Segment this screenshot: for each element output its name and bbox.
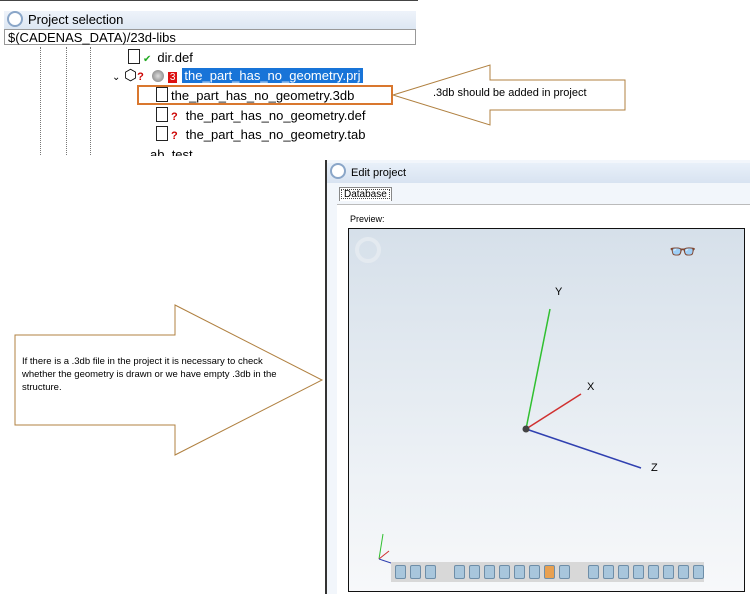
view-back-icon[interactable] (603, 565, 615, 579)
view-mode-icon[interactable] (395, 565, 406, 579)
view-iso3-icon[interactable] (693, 565, 704, 579)
callout-top-text: .3db should be added in project (433, 87, 587, 99)
view-bottom-icon[interactable] (663, 565, 675, 579)
preview-label: Preview: (350, 214, 385, 224)
axis-label-x: X (587, 381, 595, 393)
edit-project-window: Edit project Database Preview: 👓 Y X Z (325, 160, 750, 595)
origin (522, 425, 530, 433)
preview-viewport[interactable]: 👓 Y X Z (348, 228, 745, 592)
view-left-icon[interactable] (618, 565, 630, 579)
zoom-icon[interactable] (454, 565, 466, 579)
view-top-icon[interactable] (648, 565, 660, 579)
explode-icon[interactable] (514, 565, 526, 579)
edit-project-titlebar: Edit project (327, 163, 750, 183)
dimensions-icon[interactable] (529, 565, 541, 579)
zoom-fit-icon[interactable] (469, 565, 481, 579)
wireframe-icon[interactable] (424, 565, 436, 579)
axis-y (525, 308, 551, 430)
section-icon[interactable] (484, 565, 496, 579)
callout-left-text: If there is a .3db file in the project i… (22, 356, 277, 393)
window-title: Edit project (351, 167, 407, 179)
mini-axis-y (378, 533, 384, 560)
shaded-icon[interactable] (409, 565, 421, 579)
color-icon[interactable] (544, 565, 555, 579)
axis-z (525, 428, 642, 469)
view-front-icon[interactable] (588, 565, 600, 579)
axes (378, 308, 642, 566)
iso-view-icon[interactable] (558, 565, 570, 579)
axis-label-z: Z (651, 462, 658, 474)
view-iso2-icon[interactable] (678, 565, 690, 579)
axis-x (525, 393, 582, 430)
axis-label-y: Y (555, 286, 563, 298)
tab-database[interactable]: Database (339, 187, 392, 201)
view-right-icon[interactable] (633, 565, 645, 579)
view-toolbar (391, 562, 704, 582)
app-icon (330, 163, 346, 179)
measure-icon[interactable] (499, 565, 511, 579)
